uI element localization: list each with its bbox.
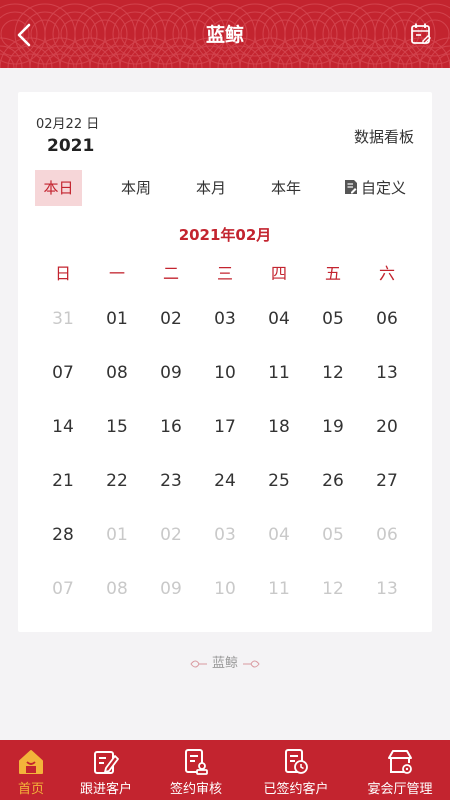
bottom-tabbar: 首页 跟进客户 签约审核 已签约客户 宴会厅管理 bbox=[0, 740, 450, 800]
period-tabs: 本日 本周 本月 本年 自定义 bbox=[35, 170, 415, 206]
tab-month[interactable]: 本月 bbox=[186, 170, 236, 206]
edit-note-icon bbox=[94, 751, 119, 774]
tabbar-label: 跟进客户 bbox=[79, 782, 132, 797]
calendar-day[interactable]: 12 bbox=[306, 346, 360, 400]
document-edit-icon bbox=[344, 180, 357, 194]
calendar-day[interactable]: 01 bbox=[90, 292, 144, 346]
calendar-day[interactable]: 08 bbox=[90, 562, 144, 616]
current-year: 2021 bbox=[47, 136, 95, 156]
tab-week[interactable]: 本周 bbox=[111, 170, 161, 206]
calendar-card: 02月22 日 2021 数据看板 本日 本周 本月 本年 自定义 2021年0… bbox=[18, 92, 432, 632]
calendar-day[interactable]: 04 bbox=[252, 292, 306, 346]
calendar-day[interactable]: 17 bbox=[198, 400, 252, 454]
venue-settings-icon bbox=[388, 750, 412, 774]
tab-custom-label: 自定义 bbox=[360, 179, 406, 197]
calendar-day[interactable]: 10 bbox=[198, 562, 252, 616]
calendar-day[interactable]: 06 bbox=[360, 508, 414, 562]
tab-custom[interactable]: 自定义 bbox=[335, 170, 415, 206]
calendar-day[interactable]: 20 bbox=[360, 400, 414, 454]
calendar-day[interactable]: 26 bbox=[306, 454, 360, 508]
footer-brand-label: 蓝鲸 bbox=[211, 656, 238, 671]
calendar-day[interactable]: 16 bbox=[144, 400, 198, 454]
document-stamp-icon bbox=[185, 749, 208, 775]
calendar-day[interactable]: 13 bbox=[360, 346, 414, 400]
calendar-day[interactable]: 07 bbox=[36, 346, 90, 400]
document-clock-icon bbox=[285, 749, 308, 774]
calendar-grid: 31 01 02 03 04 05 06 07 08 09 10 11 12 13 14 15 16 17 18 19… bbox=[36, 292, 414, 616]
calendar-day[interactable]: 03 bbox=[198, 508, 252, 562]
page-title: 蓝鲸 bbox=[205, 24, 244, 46]
ornament-left-icon bbox=[190, 660, 207, 667]
tabbar-label: 宴会厅管理 bbox=[367, 782, 433, 797]
calendar-day[interactable]: 10 bbox=[198, 346, 252, 400]
weekday-label: 二 bbox=[162, 264, 179, 283]
weekday-label: 四 bbox=[270, 264, 287, 283]
calendar-day[interactable]: 24 bbox=[198, 454, 252, 508]
calendar-day[interactable]: 09 bbox=[144, 346, 198, 400]
tabbar-label: 首页 bbox=[17, 782, 44, 797]
current-date: 02月22 日 bbox=[36, 117, 100, 132]
tabbar-item-home[interactable]: 首页 bbox=[0, 740, 62, 800]
calendar-day[interactable]: 09 bbox=[144, 562, 198, 616]
calendar-day[interactable]: 02 bbox=[144, 508, 198, 562]
calendar-day[interactable]: 11 bbox=[252, 346, 306, 400]
calendar-day[interactable]: 19 bbox=[306, 400, 360, 454]
calendar-day[interactable]: 07 bbox=[36, 562, 90, 616]
calendar-day[interactable]: 13 bbox=[360, 562, 414, 616]
calendar-day[interactable]: 05 bbox=[306, 292, 360, 346]
tabbar-item-signed-clients[interactable]: 已签约客户 bbox=[252, 740, 340, 800]
calendar-day[interactable]: 22 bbox=[90, 454, 144, 508]
tab-year[interactable]: 本年 bbox=[261, 170, 311, 206]
tabbar-item-followup[interactable]: 跟进客户 bbox=[70, 740, 142, 800]
tabbar-label: 已签约客户 bbox=[263, 782, 329, 797]
tabbar-item-venue-management[interactable]: 宴会厅管理 bbox=[354, 740, 446, 800]
calendar-day[interactable]: 28 bbox=[36, 508, 90, 562]
data-board-link[interactable]: 数据看板 bbox=[354, 126, 414, 147]
weekday-header: 日 一 二 三 四 五 六 bbox=[36, 262, 414, 286]
calendar-day[interactable]: 03 bbox=[198, 292, 252, 346]
calendar-day[interactable]: 15 bbox=[90, 400, 144, 454]
tab-today[interactable]: 本日 bbox=[35, 170, 82, 206]
calendar-day[interactable]: 08 bbox=[90, 346, 144, 400]
calendar-day[interactable]: 04 bbox=[252, 508, 306, 562]
tabbar-item-contract-review[interactable]: 签约审核 bbox=[156, 740, 236, 800]
home-icon bbox=[19, 750, 43, 774]
calendar-day[interactable]: 01 bbox=[90, 508, 144, 562]
calendar-day[interactable]: 12 bbox=[306, 562, 360, 616]
tabbar-label: 签约审核 bbox=[169, 782, 222, 797]
calendar-edit-icon[interactable] bbox=[410, 22, 432, 46]
weekday-label: 一 bbox=[108, 264, 125, 283]
calendar-day[interactable]: 18 bbox=[252, 400, 306, 454]
calendar-day[interactable]: 25 bbox=[252, 454, 306, 508]
calendar-day[interactable]: 11 bbox=[252, 562, 306, 616]
ornament-right-icon bbox=[243, 660, 260, 667]
calendar-day[interactable]: 31 bbox=[36, 292, 90, 346]
app-header: 蓝鲸 bbox=[0, 0, 450, 68]
calendar-day[interactable]: 06 bbox=[360, 292, 414, 346]
weekday-label: 三 bbox=[216, 264, 233, 283]
footer-brand: 蓝鲸 bbox=[0, 652, 450, 671]
weekday-label: 日 bbox=[54, 264, 71, 283]
calendar-day[interactable]: 05 bbox=[306, 508, 360, 562]
calendar-day[interactable]: 27 bbox=[360, 454, 414, 508]
calendar-day[interactable]: 14 bbox=[36, 400, 90, 454]
calendar-day[interactable]: 23 bbox=[144, 454, 198, 508]
calendar-day[interactable]: 21 bbox=[36, 454, 90, 508]
weekday-label: 五 bbox=[324, 264, 341, 283]
calendar-day[interactable]: 02 bbox=[144, 292, 198, 346]
weekday-label: 六 bbox=[378, 264, 395, 283]
month-title: 2021年02月 bbox=[178, 226, 272, 244]
